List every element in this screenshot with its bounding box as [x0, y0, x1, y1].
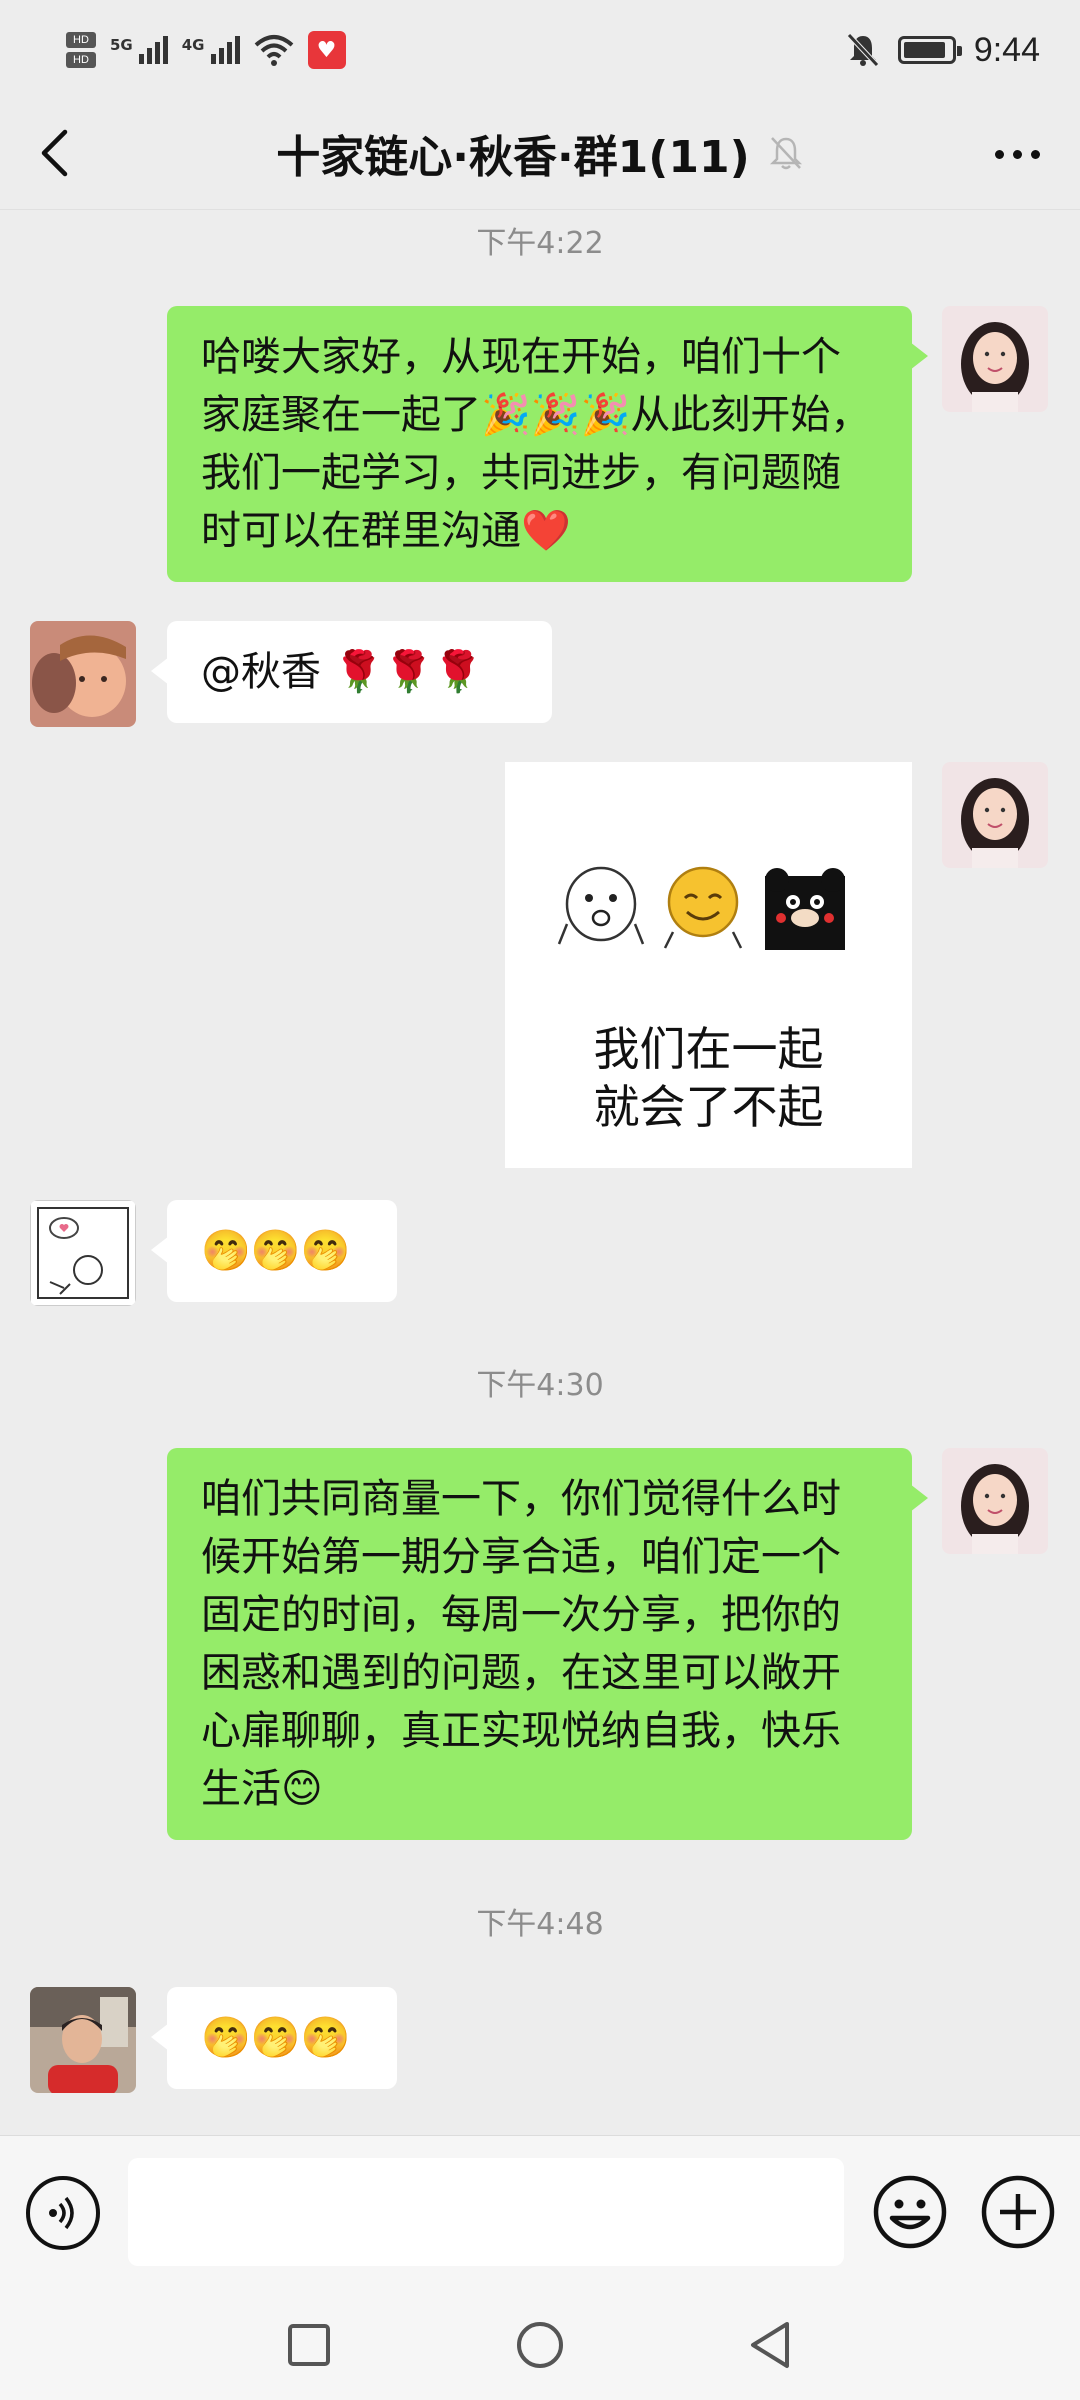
- status-left: HD HD 5G 4G ♥: [66, 26, 346, 74]
- page-title[interactable]: 十家链心·秋香·群1(11): [276, 121, 750, 185]
- hd-chip-2: HD: [66, 52, 96, 68]
- more-dots-icon: [994, 149, 1004, 159]
- avatar-other[interactable]: [30, 1200, 136, 1306]
- chat-area[interactable]: 下午4:22 哈喽大家好，从现在开始，咱们十个家庭聚在一起了🎉🎉🎉从此刻开始，我…: [0, 210, 1080, 2135]
- sticker-caption: 我们在一起 就会了不起: [505, 1020, 912, 1136]
- sticker-yellow-face-icon: [663, 866, 743, 949]
- avatar-other[interactable]: [30, 621, 136, 727]
- avatar-self[interactable]: [942, 762, 1048, 868]
- voice-icon: [49, 2196, 74, 2230]
- navigation-bar: [0, 2290, 1080, 2400]
- circle-home-icon: [517, 2322, 563, 2368]
- emoji-button[interactable]: [870, 2172, 950, 2252]
- square-recents-icon: [288, 2324, 330, 2366]
- sticker-message[interactable]: 我们在一起 就会了不起: [505, 762, 912, 1168]
- woman-avatar-icon: [942, 306, 1048, 412]
- triangle-back-icon: [751, 2322, 789, 2368]
- message-bubble-other[interactable]: @秋香 🌹🌹🌹: [151, 621, 552, 723]
- wifi-icon: [254, 35, 293, 66]
- avatar-other[interactable]: [30, 1987, 136, 2093]
- timestamp: 下午4:22: [476, 226, 604, 261]
- home-button[interactable]: [509, 2314, 571, 2376]
- signal-1-icon: 5G: [110, 36, 168, 64]
- sticker-white-face-icon: [557, 866, 645, 945]
- bell-muted-icon: [769, 137, 802, 170]
- emoji-icon: [873, 2175, 947, 2249]
- avatar-self[interactable]: [942, 1448, 1048, 1554]
- avatar-self[interactable]: [942, 306, 1048, 412]
- man-avatar-icon: [30, 1987, 136, 2093]
- message-bubble-other[interactable]: 🤭🤭🤭: [151, 1987, 397, 2089]
- bell-muted-icon: [846, 33, 879, 67]
- status-right: 9:44: [846, 24, 1040, 76]
- sticker-faces: [557, 862, 849, 952]
- message-bubble-self[interactable]: 哈喽大家好，从现在开始，咱们十个家庭聚在一起了🎉🎉🎉从此刻开始，我们一起学习，共…: [167, 306, 928, 582]
- header-title-wrap: 十家链心·秋香·群1(11): [0, 96, 1080, 210]
- input-bar: [0, 2135, 1080, 2290]
- message-bubble-other[interactable]: 🤭🤭🤭: [151, 1200, 397, 1302]
- chat-header: 十家链心·秋香·群1(11): [0, 96, 1080, 210]
- timestamp: 下午4:48: [476, 1907, 604, 1942]
- woman-avatar-icon: [942, 1448, 1048, 1554]
- sticker-caption-line1: 我们在一起: [593, 1022, 824, 1076]
- sticker-bear-icon: [765, 868, 845, 950]
- hd-chip-1: HD: [66, 32, 96, 48]
- hd-indicator: HD HD: [66, 32, 96, 68]
- woman-avatar-icon: [942, 762, 1048, 868]
- message-bubble-self[interactable]: 咱们共同商量一下，你们觉得什么时候开始第一期分享合适，咱们定一个固定的时间，每周…: [167, 1448, 928, 1840]
- doodle-avatar-icon: [30, 1200, 136, 1306]
- battery-fill: [903, 42, 946, 58]
- clock: 9:44: [973, 30, 1040, 69]
- voice-button[interactable]: [26, 2176, 100, 2250]
- signal-2-icon: 4G: [182, 36, 240, 64]
- heart-icon: ♥: [307, 31, 346, 69]
- plus-icon: [981, 2175, 1055, 2249]
- recents-button[interactable]: [278, 2314, 340, 2376]
- plus-button[interactable]: [978, 2172, 1058, 2252]
- sticker-caption-line2: 就会了不起: [593, 1080, 824, 1134]
- battery-icon: [897, 36, 962, 64]
- child-avatar-icon: [30, 621, 136, 727]
- system-back-button[interactable]: [739, 2314, 801, 2376]
- status-bar: HD HD 5G 4G ♥ 9:44: [0, 0, 1080, 96]
- more-button[interactable]: [982, 126, 1052, 182]
- timestamp: 下午4:30: [476, 1368, 604, 1403]
- message-input[interactable]: [128, 2158, 844, 2266]
